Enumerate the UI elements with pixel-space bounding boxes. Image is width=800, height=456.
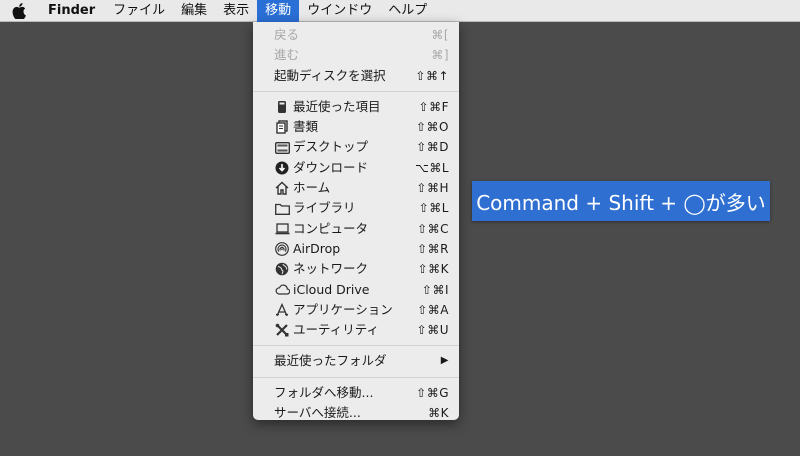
menu-item-shortcut: ⌘[: [431, 28, 449, 42]
submenu-arrow-icon: ▶: [440, 355, 449, 367]
documents-icon: [274, 119, 290, 135]
tools-icon: [274, 322, 290, 338]
menubar-app-name[interactable]: Finder: [46, 0, 105, 22]
applications-icon: [274, 302, 290, 318]
menu-item-shortcut: ⇧⌘G: [416, 385, 449, 400]
menu-item-shortcut: ⇧⌘A: [417, 302, 449, 317]
menu-item-network[interactable]: ネットワーク ⇧⌘K: [253, 259, 459, 279]
menu-item-shortcut: ⇧⌘U: [416, 323, 449, 338]
menu-item-label: ユーティリティ: [293, 322, 380, 338]
cloud-icon: [274, 282, 290, 298]
menu-item-library[interactable]: ライブラリ ⇧⌘L: [253, 198, 459, 218]
menu-item-shortcut: ⇧⌘K: [417, 262, 449, 277]
menu-item-desktop[interactable]: デスクトップ ⇧⌘D: [253, 137, 459, 157]
menu-separator: [253, 376, 459, 378]
menu-item-label: 最近使った項目: [293, 98, 381, 114]
menu-item-label: ダウンロード: [293, 159, 369, 175]
folder-icon: [274, 201, 290, 217]
airdrop-icon: [274, 241, 290, 257]
menu-item-label: ライブラリ: [293, 200, 356, 216]
menu-item-shortcut: ⌥⌘L: [414, 160, 449, 175]
annotation-text: Command + Shift + ◯が多い: [476, 190, 766, 215]
menu-item-shortcut: ⇧⌘H: [416, 181, 449, 196]
download-icon: [274, 160, 290, 176]
menu-item-applications[interactable]: アプリケーション ⇧⌘A: [253, 300, 459, 320]
menu-item-shortcut: ⇧⌘F: [418, 99, 449, 114]
menu-item-shortcut: ⇧⌘C: [417, 221, 449, 236]
menu-item-icloud[interactable]: iCloud Drive ⇧⌘I: [253, 280, 459, 300]
desktop-icon: [274, 140, 290, 156]
menu-item-shortcut: ⌘K: [428, 406, 449, 421]
menu-item-label: 戻る: [274, 27, 300, 42]
menu-item-shortcut: ⌘]: [431, 48, 449, 63]
go-menu-dropdown: 戻る ⌘[ 進む ⌘] 起動ディスクを選択 ⇧⌘↑ 最近使った項目 ⇧⌘F 書類…: [253, 22, 459, 420]
menu-item-back[interactable]: 戻る ⌘[: [253, 25, 459, 45]
menu-item-connect-server[interactable]: サーバへ接続... ⌘K: [253, 403, 459, 423]
menu-item-label: iCloud Drive: [293, 281, 370, 297]
menu-separator: [253, 90, 459, 92]
menu-item-shortcut: ⇧⌘I: [421, 282, 449, 297]
menu-item-label: AirDrop: [293, 240, 341, 256]
menu-item-shortcut: ⇧⌘O: [416, 120, 449, 135]
menu-item-startup-disk[interactable]: 起動ディスクを選択 ⇧⌘↑: [253, 66, 459, 86]
menu-item-label: 書類: [293, 119, 319, 135]
menu-item-label: ホーム: [293, 180, 331, 196]
menu-item-label: デスクトップ: [293, 139, 369, 155]
menubar-go[interactable]: 移動: [257, 0, 300, 22]
laptop-icon: [274, 221, 290, 237]
menu-separator: [253, 345, 459, 347]
menu-item-computer[interactable]: コンピュータ ⇧⌘C: [253, 219, 459, 239]
menu-item-shortcut: ⇧⌘D: [416, 140, 449, 155]
menubar-view[interactable]: 表示: [215, 0, 257, 22]
menu-item-label: ネットワーク: [293, 261, 369, 277]
menu-item-shortcut: ⇧⌘L: [418, 201, 449, 216]
menu-item-label: 最近使ったフォルダ: [274, 353, 387, 369]
menubar-help[interactable]: ヘルプ: [380, 0, 435, 22]
menu-item-label: 進む: [274, 47, 300, 63]
menu-item-go-to-folder[interactable]: フォルダへ移動... ⇧⌘G: [253, 383, 459, 403]
apple-logo-icon[interactable]: [12, 0, 30, 22]
globe-icon: [274, 261, 290, 277]
menubar-edit[interactable]: 編集: [173, 0, 215, 22]
menu-item-shortcut: ⇧⌘↑: [415, 68, 449, 83]
menu-item-label: フォルダへ移動...: [274, 384, 374, 400]
annotation-callout: Command + Shift + ◯が多い: [472, 181, 770, 221]
menu-item-label: アプリケーション: [293, 301, 393, 317]
menu-item-documents[interactable]: 書類 ⇧⌘O: [253, 117, 459, 137]
menu-bar: Finder ファイル 編集 表示 移動 ウインドウ ヘルプ: [0, 0, 800, 22]
menu-item-recents[interactable]: 最近使った項目 ⇧⌘F: [253, 97, 459, 117]
menubar-file[interactable]: ファイル: [105, 0, 173, 22]
recents-icon: [274, 99, 290, 115]
menu-item-home[interactable]: ホーム ⇧⌘H: [253, 178, 459, 198]
menubar-window[interactable]: ウインドウ: [299, 0, 380, 22]
menu-item-shortcut: ⇧⌘R: [417, 241, 449, 256]
menu-item-label: 起動ディスクを選択: [274, 67, 386, 83]
menu-item-downloads[interactable]: ダウンロード ⌥⌘L: [253, 158, 459, 178]
home-icon: [274, 180, 290, 196]
menu-item-label: コンピュータ: [293, 220, 369, 236]
menu-item-label: サーバへ接続...: [274, 405, 361, 421]
menu-item-recent-folders[interactable]: 最近使ったフォルダ ▶: [253, 351, 459, 371]
menu-item-utilities[interactable]: ユーティリティ ⇧⌘U: [253, 320, 459, 340]
menu-item-airdrop[interactable]: AirDrop ⇧⌘R: [253, 239, 459, 259]
menu-item-forward[interactable]: 進む ⌘]: [253, 45, 459, 65]
